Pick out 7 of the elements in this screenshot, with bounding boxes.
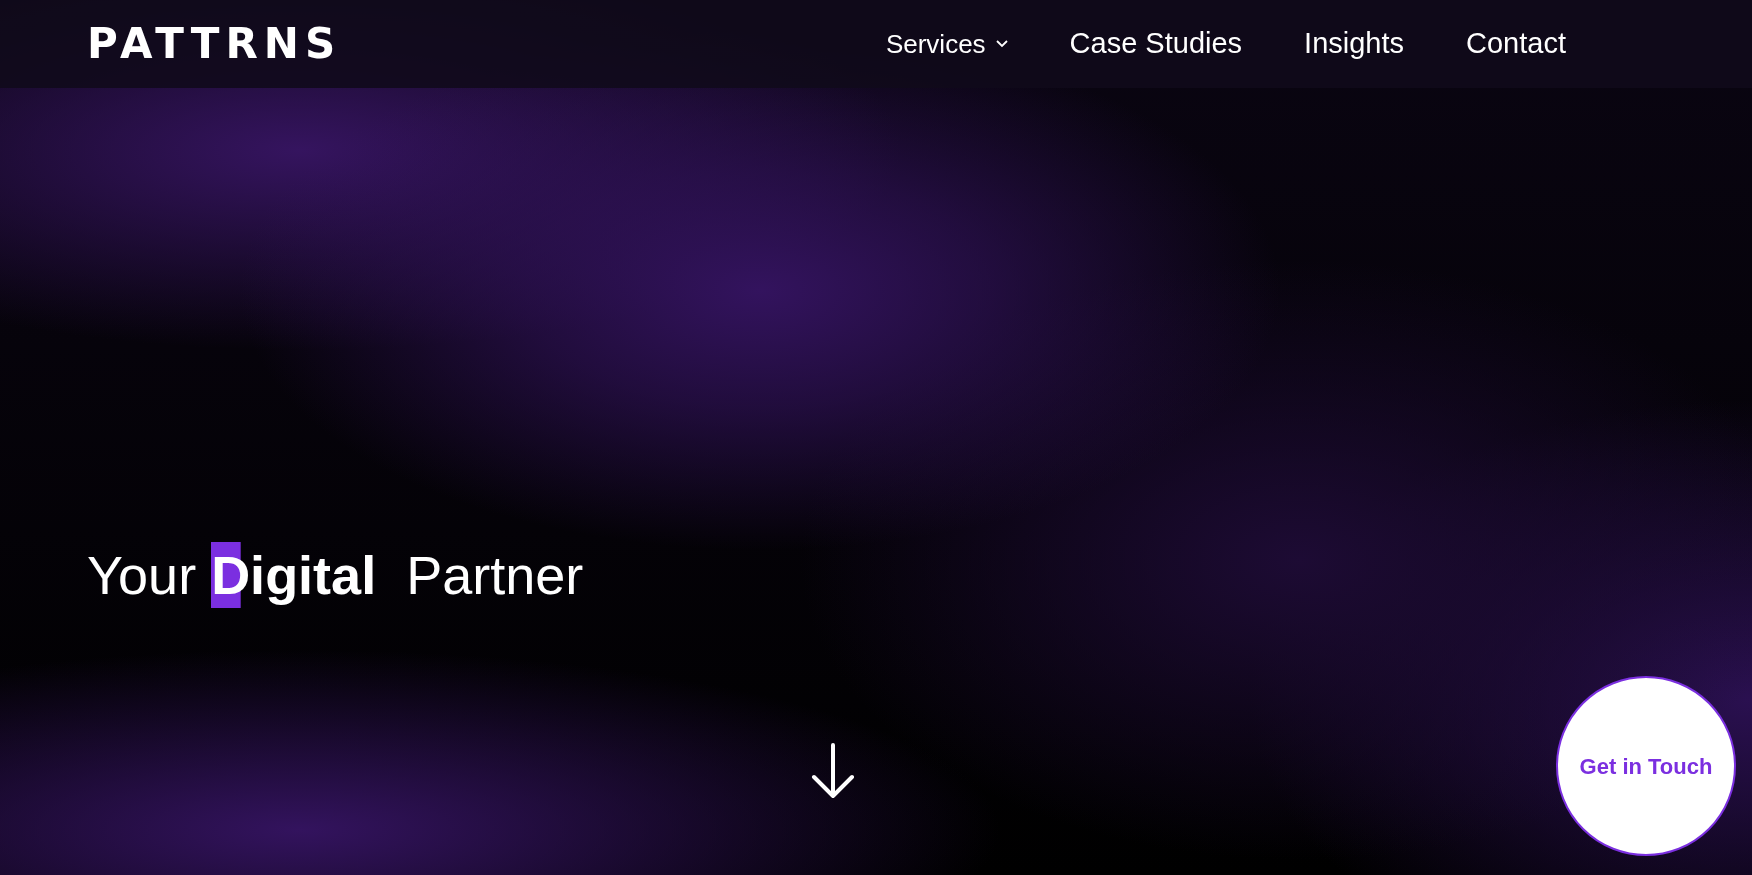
nav-link[interactable]: Services (885, 24, 1008, 64)
nav-link[interactable]: Case Studies (1069, 22, 1243, 66)
get-in-touch-button[interactable]: Get in Touch (1556, 676, 1736, 856)
logo[interactable]: PATTRNS (87, 23, 342, 65)
down-arrow-icon[interactable] (810, 742, 855, 799)
nav-link[interactable]: Insights (1304, 22, 1405, 66)
nav-link[interactable]: Contact (1466, 22, 1566, 66)
